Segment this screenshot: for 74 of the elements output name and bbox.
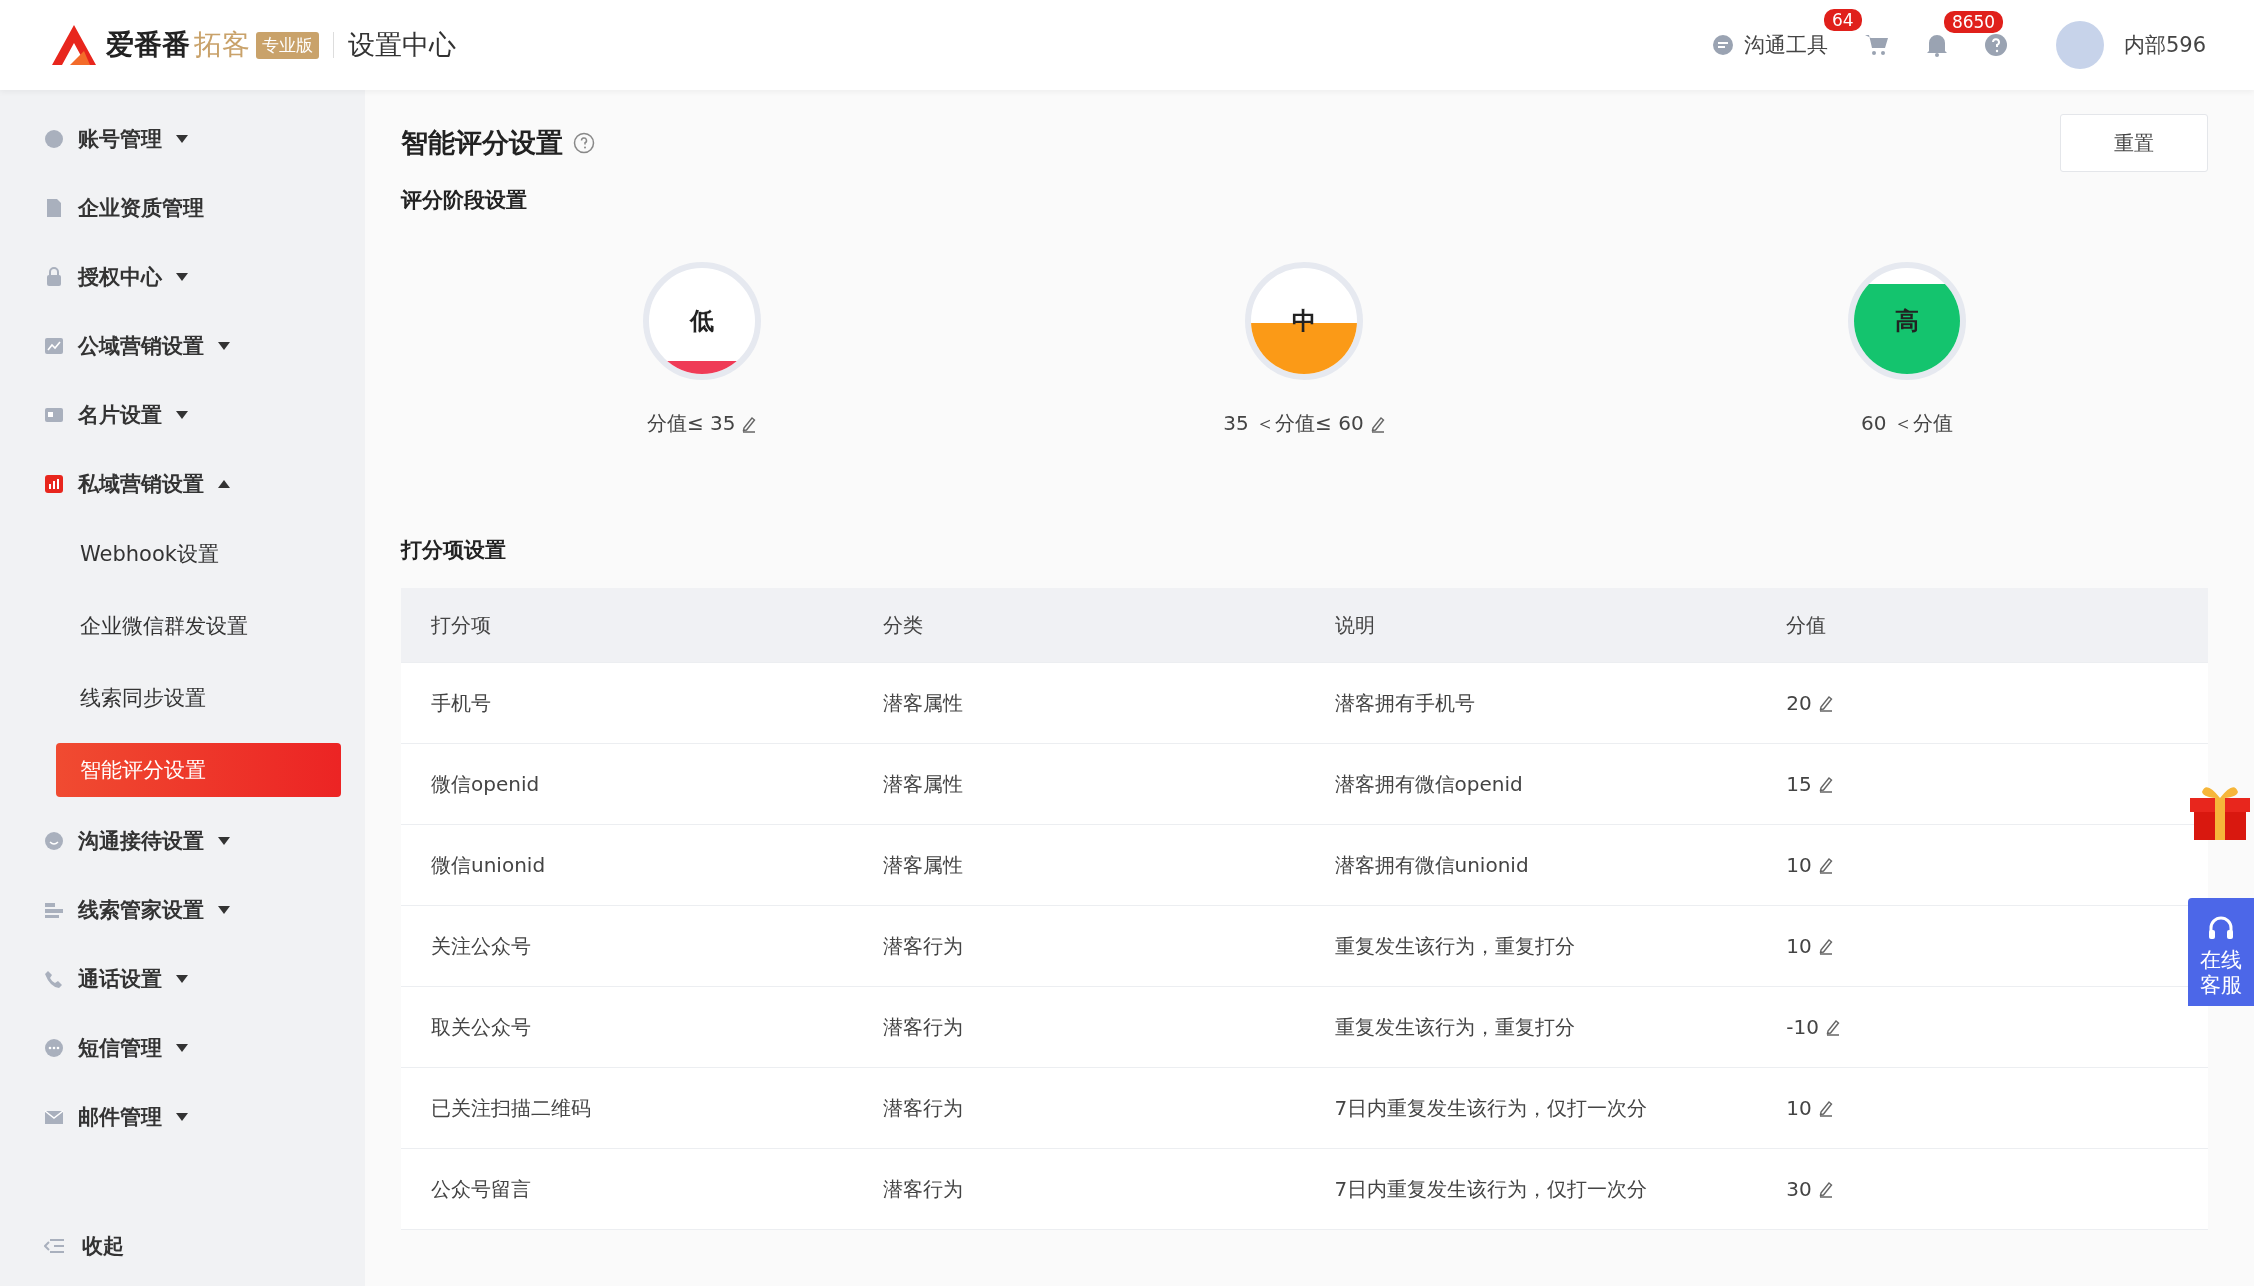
sidebar-item[interactable]: 沟通接待设置: [0, 806, 365, 875]
sidebar-subitem[interactable]: Webhook设置: [56, 518, 341, 590]
column-header: 分类: [881, 611, 924, 639]
table-cell-text: 7日内重复发生该行为，仅打一次分: [1333, 1175, 1649, 1203]
online-service-button[interactable]: 在线客服: [2188, 898, 2254, 1007]
pencil-icon[interactable]: [1817, 1099, 1834, 1117]
sidebar-item[interactable]: 线索管家设置: [0, 875, 365, 944]
table-cell-text: 潜客属性: [881, 770, 964, 798]
sidebar-item[interactable]: 邮件管理: [0, 1082, 365, 1151]
table-cell: 20: [1786, 691, 1812, 715]
pencil-icon[interactable]: [1817, 1180, 1834, 1198]
tool-label[interactable]: 沟通工具: [1743, 31, 1828, 59]
user-name[interactable]: 内部596: [2123, 31, 2206, 59]
pencil-icon[interactable]: [1817, 775, 1834, 793]
pencil-icon[interactable]: [1817, 856, 1834, 874]
table-cell: 10: [1786, 934, 1812, 958]
table-cell-text: 微信unionid: [430, 851, 547, 879]
table-cell-text: 重复发生该行为，重复打分: [1333, 932, 1576, 960]
table-cell-text: 公众号留言: [430, 1175, 532, 1203]
table-cell-text: 潜客行为: [881, 1175, 964, 1203]
score-range: 35 ＜分值≤ 60: [1223, 410, 1364, 437]
table-cell-text: 取关公众号: [430, 1013, 532, 1041]
sidebar-item[interactable]: 授权中心: [0, 242, 365, 311]
sidebar-item[interactable]: 账号管理: [0, 104, 365, 173]
table-cell-text: 潜客拥有手机号: [1333, 689, 1476, 717]
sidebar-subitem[interactable]: 企业微信群发设置: [56, 590, 341, 662]
table-cell: -10: [1786, 1015, 1819, 1039]
table-cell: 10: [1786, 853, 1812, 877]
reset-button[interactable]: 重置: [2060, 114, 2208, 172]
table-cell-text: 潜客属性: [881, 851, 964, 879]
section-title: 打分项设置: [401, 537, 507, 564]
column-header: 打分项: [430, 611, 492, 639]
sidebar-item[interactable]: 公域营销设置: [0, 311, 365, 380]
table-cell-text: 已关注扫描二维码: [430, 1094, 592, 1122]
table-cell-text: 潜客拥有微信openid: [1333, 770, 1524, 798]
sidebar-item[interactable]: 企业资质管理: [0, 173, 365, 242]
header-title: 设置中心: [348, 28, 456, 62]
sidebar-subitem[interactable]: 线索同步设置: [56, 662, 341, 734]
table-cell-text: 潜客行为: [881, 1094, 964, 1122]
table-cell-text: 微信openid: [430, 770, 541, 798]
table-cell: 15: [1786, 772, 1812, 796]
count-badge: 64: [1821, 7, 1864, 33]
page-title: 智能评分设置: [401, 126, 563, 160]
section-title: 评分阶段设置: [401, 187, 528, 214]
logo-product: 拓客: [194, 27, 250, 63]
sidebar-subitem[interactable]: 智能评分设置: [56, 743, 341, 797]
table-cell-text: 关注公众号: [430, 932, 532, 960]
level-label: 低: [690, 306, 715, 337]
count-badge: 8650: [1941, 9, 2006, 35]
table-cell: 10: [1786, 1096, 1812, 1120]
sidebar-item[interactable]: 通话设置: [0, 944, 365, 1013]
table-cell-text: 手机号: [430, 689, 492, 717]
collapse-label[interactable]: 收起: [82, 1232, 124, 1260]
column-header: 分值: [1785, 611, 1828, 639]
level-label: 高: [1894, 306, 1919, 337]
logo-name: 爱番番: [106, 27, 190, 63]
sidebar-item[interactable]: 短信管理: [0, 1013, 365, 1082]
score-range: 分值≤ 35: [646, 410, 736, 437]
score-range: 60 ＜分值: [1860, 410, 1953, 437]
sidebar-item[interactable]: 私域营销设置: [0, 449, 365, 518]
pencil-icon[interactable]: [1817, 937, 1834, 955]
edition-badge: 专业版: [256, 31, 319, 59]
pencil-icon[interactable]: [1817, 694, 1834, 712]
column-header: 说明: [1333, 611, 1376, 639]
table-cell-text: 潜客属性: [881, 689, 964, 717]
help-icon[interactable]: [573, 132, 595, 154]
table-cell-text: 重复发生该行为，重复打分: [1333, 1013, 1576, 1041]
pencil-icon[interactable]: [1824, 1018, 1841, 1036]
table-cell-text: 7日内重复发生该行为，仅打一次分: [1333, 1094, 1649, 1122]
table-cell-text: 潜客拥有微信unionid: [1333, 851, 1530, 879]
sidebar-item[interactable]: 名片设置: [0, 380, 365, 449]
table-cell: 30: [1786, 1177, 1812, 1201]
table-cell-text: 潜客行为: [881, 932, 964, 960]
table-cell-text: 潜客行为: [881, 1013, 964, 1041]
